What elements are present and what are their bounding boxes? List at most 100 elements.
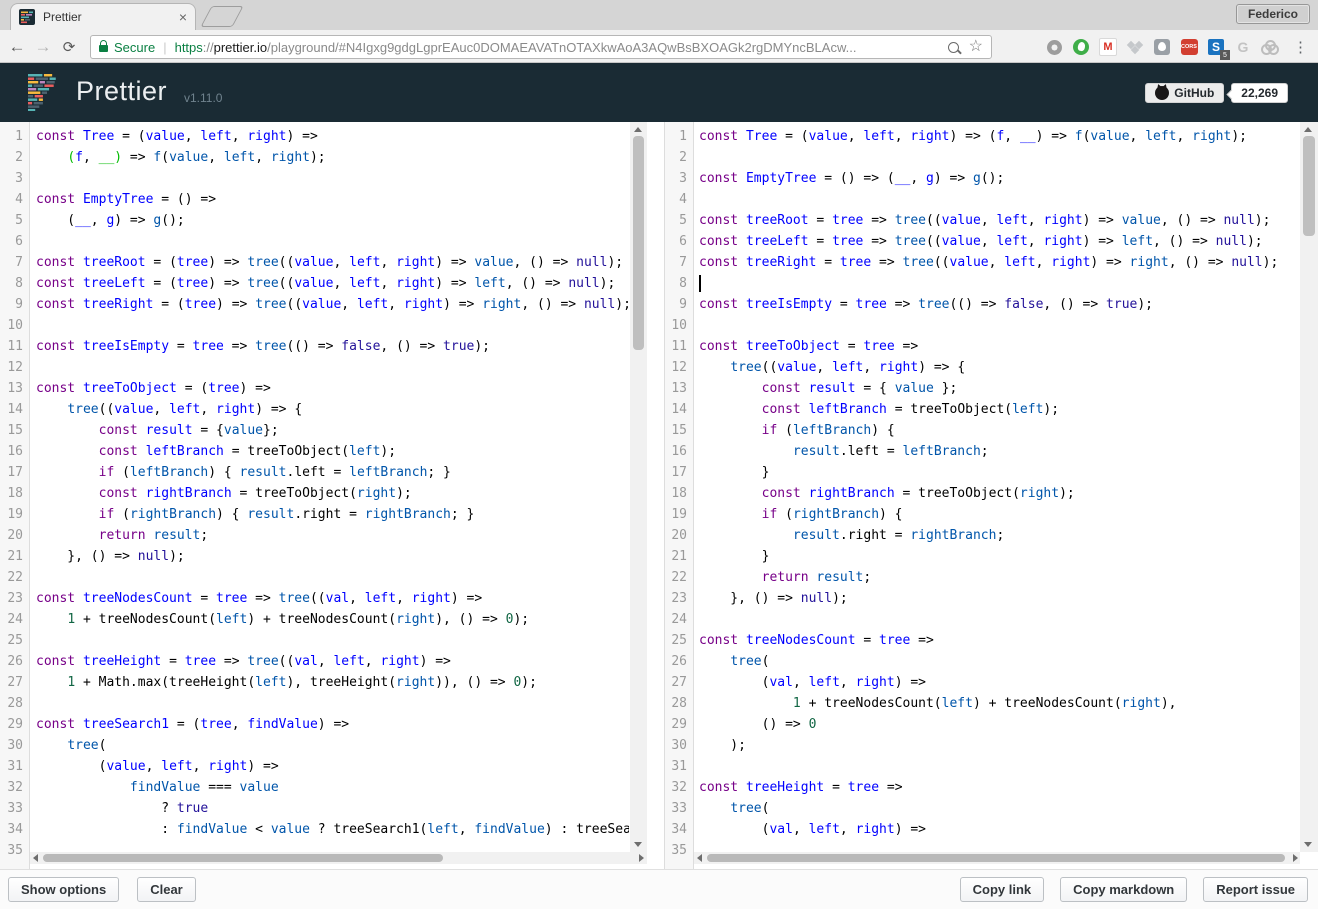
url-separator: |	[163, 39, 167, 55]
editor-area: 1 2 3 4 5 6 7 8 9 10 11 12 13 14 15 16 17 18 19 20 21 22 23 24 2…	[0, 122, 1318, 869]
github-star-count[interactable]: 22,269	[1231, 83, 1288, 103]
code-line: tree((value, left, right) => {	[730, 360, 966, 375]
new-tab-button[interactable]	[200, 6, 244, 27]
scroll-up-icon[interactable]	[634, 127, 642, 132]
scroll-left-icon[interactable]	[33, 854, 38, 862]
browser-tab[interactable]: Prettier ×	[10, 3, 196, 30]
code-line: const treeToObject = (tree) =>	[36, 381, 271, 396]
code-line: const treeSearch1 = (tree, findValue) =>	[36, 717, 350, 732]
google-extension-icon[interactable]: G	[1233, 37, 1253, 57]
output-code[interactable]: const Tree = (value, left, right) => (f,…	[694, 122, 1300, 857]
line-number: 29	[671, 717, 687, 732]
code-line: return result;	[761, 570, 872, 585]
line-number: 4	[15, 192, 23, 207]
code-line: }	[699, 549, 770, 564]
code-line: 1 + treeNodesCount(left) + treeNodesCoun…	[67, 612, 530, 627]
bookmark-star-icon[interactable]: ☆	[969, 39, 983, 55]
line-number: 21	[671, 549, 687, 564]
green-circle-extension-icon[interactable]	[1071, 37, 1091, 57]
line-number: 6	[15, 234, 23, 249]
line-number: 23	[671, 591, 687, 606]
code-line: }, () => null);	[36, 549, 185, 564]
report-issue-button[interactable]: Report issue	[1203, 877, 1308, 902]
code-line: const treeIsEmpty = tree => tree(() => f…	[36, 339, 491, 354]
code-line: result.right = rightBranch;	[792, 528, 1005, 543]
line-number: 5	[679, 213, 687, 228]
line-number: 13	[671, 381, 687, 396]
browser-tab-strip: Prettier × Federico	[0, 0, 1318, 31]
line-number: 2	[679, 150, 687, 165]
code-line: const Tree = (value, left, right) => (f,…	[699, 129, 1247, 144]
line-number: 12	[671, 360, 687, 375]
github-button[interactable]: GitHub	[1145, 83, 1225, 103]
secure-label: Secure	[114, 39, 156, 55]
line-number: 32	[671, 780, 687, 795]
copy-markdown-button[interactable]: Copy markdown	[1060, 877, 1188, 902]
browser-menu-icon[interactable]: ⋮	[1293, 38, 1308, 56]
show-options-button[interactable]: Show options	[8, 877, 120, 902]
reload-icon[interactable]: ⟳	[56, 34, 82, 60]
code-line: result.left = leftBranch;	[792, 444, 989, 459]
line-number: 3	[679, 171, 687, 186]
code-line: const leftBranch = treeToObject(left);	[98, 444, 397, 459]
copy-link-button[interactable]: Copy link	[959, 877, 1045, 902]
gray-square-extension-icon[interactable]	[1152, 37, 1172, 57]
output-vscroll-thumb[interactable]	[1303, 136, 1315, 236]
line-number: 30	[7, 738, 23, 753]
page-zoom-icon[interactable]	[947, 41, 959, 53]
cors-extension-icon[interactable]: CORS	[1179, 37, 1199, 57]
line-number: 17	[7, 465, 23, 480]
forward-icon[interactable]: →	[30, 34, 56, 60]
dropbox-extension-icon[interactable]	[1125, 37, 1145, 57]
line-number: 24	[7, 612, 23, 627]
line-number: 25	[671, 633, 687, 648]
line-number: 19	[671, 507, 687, 522]
back-icon[interactable]: ←	[4, 34, 30, 60]
gmail-extension-icon[interactable]: M	[1098, 37, 1118, 57]
line-number: 22	[7, 570, 23, 585]
formatted-output-editor[interactable]: 1 2 3 4 5 6 7 8 9 10 11 12 13 14 15 16 17 18 19 20 21 22 23 24 2…	[664, 122, 1300, 869]
line-number: 11	[671, 339, 687, 354]
rings-extension-icon[interactable]	[1260, 37, 1280, 57]
browser-profile-button[interactable]: Federico	[1235, 4, 1310, 24]
code-line: if (rightBranch) { result.right = rightB…	[98, 507, 475, 522]
code-line: }, () => null);	[699, 591, 848, 606]
source-vertical-scrollbar[interactable]	[630, 122, 647, 852]
github-icon	[1155, 86, 1170, 100]
source-editor[interactable]: 1 2 3 4 5 6 7 8 9 10 11 12 13 14 15 16 17 18 19 20 21 22 23 24 2…	[0, 122, 647, 869]
line-number: 14	[671, 402, 687, 417]
source-vscroll-thumb[interactable]	[633, 136, 644, 350]
scroll-right-icon[interactable]	[639, 854, 644, 862]
scroll-up-icon[interactable]	[1304, 127, 1312, 132]
line-number: 8	[679, 276, 687, 291]
gear-extension-icon[interactable]	[1044, 37, 1064, 57]
output-hscroll-thumb[interactable]	[707, 854, 1285, 862]
line-number: 19	[7, 507, 23, 522]
url-domain: prettier.io	[213, 39, 268, 55]
code-line: : findValue < value ? treeSearch1(left, …	[36, 822, 629, 837]
address-bar[interactable]: Secure | https://prettier.io/playground/…	[90, 35, 992, 59]
source-horizontal-scrollbar[interactable]	[30, 852, 647, 864]
prettier-logo[interactable]	[28, 74, 65, 111]
s-extension-icon[interactable]: S 5	[1206, 37, 1230, 60]
source-hscroll-thumb[interactable]	[43, 854, 443, 862]
line-number: 33	[671, 801, 687, 816]
scroll-right-icon[interactable]	[1293, 854, 1298, 862]
scroll-down-icon[interactable]	[1304, 842, 1312, 847]
clear-button[interactable]: Clear	[137, 877, 196, 902]
output-vertical-scrollbar[interactable]	[1300, 122, 1318, 852]
output-horizontal-scrollbar[interactable]	[694, 852, 1300, 864]
tab-close-icon[interactable]: ×	[179, 9, 187, 25]
code-line: tree((value, left, right) => {	[67, 402, 303, 417]
line-number: 9	[15, 297, 23, 312]
source-code[interactable]: const Tree = (value, left, right) => (f,…	[31, 122, 629, 857]
scroll-left-icon[interactable]	[697, 854, 702, 862]
line-number: 3	[15, 171, 23, 186]
scroll-down-icon[interactable]	[634, 842, 642, 847]
line-number: 6	[679, 234, 687, 249]
